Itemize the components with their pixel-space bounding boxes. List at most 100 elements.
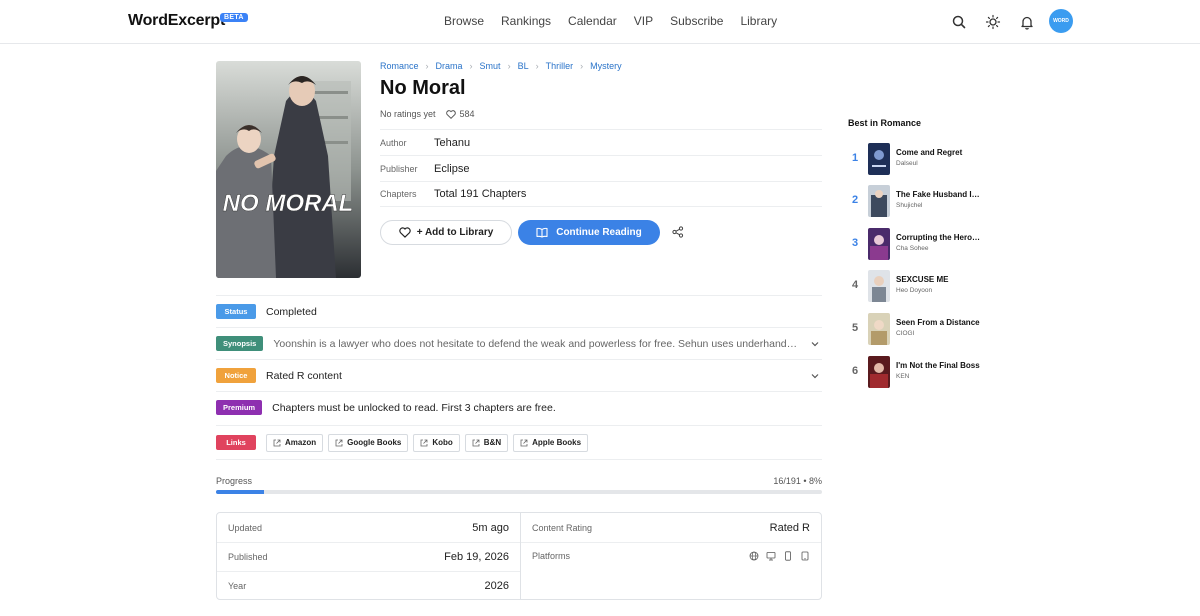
- premium-text: Chapters must be unlocked to read. First…: [272, 401, 556, 414]
- synopsis-text: Yoonshin is a lawyer who does not hesita…: [273, 337, 798, 350]
- year-label: Year: [228, 580, 247, 591]
- publisher-row: Publisher Eclipse: [380, 155, 822, 181]
- ranking-item[interactable]: 6 I'm Not the Final Boss KEN: [848, 356, 982, 388]
- main-nav: Browse Rankings Calendar VIP Subscribe L…: [444, 14, 777, 28]
- link-amazon[interactable]: Amazon: [266, 433, 324, 452]
- genre-bl[interactable]: BL: [518, 61, 529, 71]
- nav-rankings[interactable]: Rankings: [501, 14, 551, 28]
- author-value[interactable]: Tehanu: [434, 137, 470, 149]
- chevron-right-icon: ›: [425, 61, 429, 71]
- add-to-library-button[interactable]: + Add to Library: [380, 220, 512, 245]
- genre-smut[interactable]: Smut: [480, 61, 501, 71]
- external-link-icon: [420, 439, 428, 446]
- rating-row: No ratings yet 584: [380, 109, 475, 119]
- publisher-label: Publisher: [380, 163, 418, 174]
- site-logo[interactable]: WordExcerpt: [128, 12, 225, 30]
- ranking-title: Corrupting the Heroine: [896, 233, 982, 242]
- genre-thriller[interactable]: Thriller: [546, 61, 574, 71]
- link-barnes-noble[interactable]: B&N: [464, 433, 509, 452]
- updated-row: Updated 5m ago: [217, 513, 520, 542]
- chevron-down-icon[interactable]: [810, 339, 820, 349]
- rank-number: 4: [851, 279, 859, 291]
- chapters-label: Chapters: [380, 189, 417, 199]
- ranking-thumbnail: [868, 143, 890, 175]
- notice-text: Rated R content: [266, 369, 342, 382]
- notice-row[interactable]: Notice Rated R content: [216, 359, 822, 391]
- ratings-text: No ratings yet: [380, 109, 436, 119]
- platforms-row: Platforms: [521, 541, 821, 570]
- book-open-icon: [536, 227, 548, 238]
- heart-icon[interactable]: [445, 109, 456, 119]
- content-rating-label: Content Rating: [532, 522, 593, 533]
- sidebar-title: Best in Romance: [848, 118, 922, 128]
- search-icon[interactable]: [950, 13, 968, 31]
- synopsis-badge: Synopsis: [216, 336, 264, 351]
- link-apple-books[interactable]: Apple Books: [513, 433, 589, 452]
- bell-icon[interactable]: [1018, 13, 1036, 31]
- top-header: WordExcerpt BETA Browse Rankings Calenda…: [0, 0, 1200, 44]
- content-rating-value: Rated R: [769, 521, 810, 534]
- chevron-right-icon: ›: [580, 61, 584, 71]
- ranking-item[interactable]: 2 The Fake Husband In Law Shujichel: [848, 185, 982, 217]
- notice-badge: Notice: [216, 368, 256, 383]
- tablet-icon: [785, 550, 791, 561]
- genre-breadcrumb: Romance › Drama › Smut › BL › Thriller ›…: [380, 61, 622, 71]
- chevron-right-icon: ›: [535, 61, 539, 71]
- links-row: Links Amazon Google Books Kobo B&N Apple…: [216, 425, 822, 460]
- ranking-title: I'm Not the Final Boss: [896, 361, 980, 370]
- genre-romance[interactable]: Romance: [380, 61, 419, 71]
- link-google-books[interactable]: Google Books: [328, 433, 409, 452]
- ranking-author: Cha Sohee: [896, 245, 929, 252]
- ranking-author: Dalseul: [896, 160, 918, 167]
- progress-bar: [216, 490, 822, 494]
- add-to-library-label: + Add to Library: [416, 227, 494, 238]
- external-link-icon: [520, 439, 528, 446]
- ranking-item[interactable]: 4 SEXCUSE ME Heo Doyoon: [848, 270, 982, 302]
- user-avatar[interactable]: WORD: [1049, 9, 1073, 33]
- chapters-row: Chapters Total 191 Chapters: [380, 181, 822, 207]
- chevron-right-icon: ›: [469, 61, 473, 71]
- ranking-item[interactable]: 3 Corrupting the Heroine Cha Sohee: [848, 228, 982, 260]
- book-cover: NO MORAL: [216, 61, 361, 278]
- ranking-thumbnail: [868, 228, 890, 260]
- heart-icon: [398, 227, 411, 238]
- synopsis-row[interactable]: Synopsis Yoonshin is a lawyer who does n…: [216, 327, 822, 359]
- continue-reading-button[interactable]: Continue Reading: [518, 220, 660, 245]
- ranking-thumbnail: [868, 356, 890, 388]
- nav-subscribe[interactable]: Subscribe: [670, 14, 723, 28]
- share-icon[interactable]: [672, 226, 684, 238]
- link-label: Apple Books: [532, 438, 582, 447]
- link-label: Google Books: [347, 438, 402, 447]
- nav-browse[interactable]: Browse: [444, 14, 484, 28]
- book-title: No Moral: [380, 77, 466, 99]
- ranking-title: The Fake Husband In Law: [896, 190, 982, 199]
- ranking-author: Shujichel: [896, 202, 923, 209]
- cover-title: NO MORAL: [223, 190, 354, 217]
- chevron-down-icon[interactable]: [810, 371, 820, 381]
- author-row: Author Tehanu: [380, 129, 822, 155]
- publisher-value[interactable]: Eclipse: [434, 163, 469, 175]
- ranking-title: Seen From a Distance: [896, 318, 980, 327]
- platforms-label: Platforms: [532, 550, 571, 561]
- genre-drama[interactable]: Drama: [436, 61, 463, 71]
- nav-calendar[interactable]: Calendar: [568, 14, 617, 28]
- published-label: Published: [228, 551, 268, 562]
- continue-reading-label: Continue Reading: [556, 227, 642, 238]
- ranking-item[interactable]: 1 Come and Regret Dalseul: [848, 143, 982, 175]
- ranking-author: KEN: [896, 373, 910, 380]
- published-value: Feb 19, 2026: [444, 550, 509, 563]
- nav-library[interactable]: Library: [740, 14, 777, 28]
- ranking-title: SEXCUSE ME: [896, 275, 949, 284]
- rank-number: 2: [851, 194, 859, 206]
- ranking-thumbnail: [868, 185, 890, 217]
- author-label: Author: [380, 137, 407, 148]
- platform-icons: [749, 550, 810, 561]
- chapters-value: Total 191 Chapters: [434, 188, 527, 200]
- progress-value: 16/191 • 8%: [773, 476, 822, 486]
- link-kobo[interactable]: Kobo: [413, 433, 460, 452]
- genre-mystery[interactable]: Mystery: [590, 61, 622, 71]
- nav-vip[interactable]: VIP: [634, 14, 653, 28]
- theme-toggle-icon[interactable]: [984, 13, 1002, 31]
- ranking-item[interactable]: 5 Seen From a Distance CIOGI: [848, 313, 982, 345]
- progress-fill: [216, 490, 265, 494]
